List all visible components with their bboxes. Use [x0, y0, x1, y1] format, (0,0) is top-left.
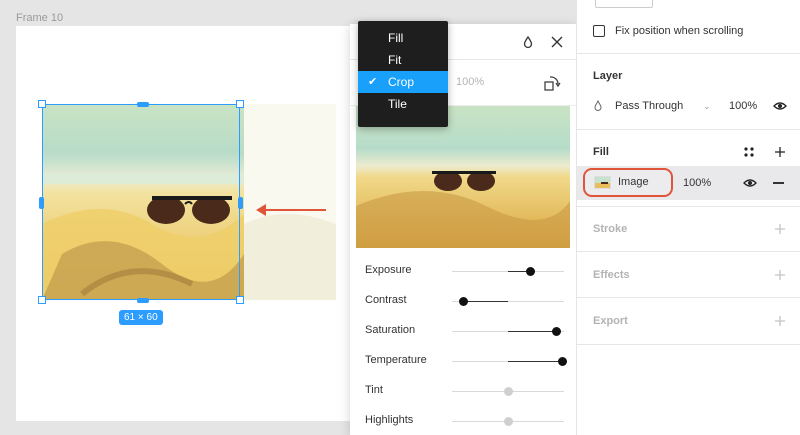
close-icon[interactable] — [550, 35, 564, 49]
remove-fill-icon[interactable] — [773, 182, 784, 184]
resize-handle-top-left[interactable] — [38, 100, 46, 108]
menu-item-tile[interactable]: Tile — [358, 93, 448, 115]
layer-row: Pass Through ⌄ 100% — [593, 97, 793, 117]
resize-handle-left[interactable] — [39, 197, 44, 209]
slider-knob[interactable] — [558, 357, 568, 366]
divider — [577, 206, 800, 207]
image-preview — [356, 106, 570, 248]
adjustment-row-tint: Tint — [350, 376, 576, 406]
menu-item-fit[interactable]: Fit — [358, 49, 448, 71]
scale-mode-menu: Fill Fit ✔ Crop Tile — [358, 21, 448, 127]
frame-label[interactable]: Frame 10 — [16, 12, 63, 24]
divider — [577, 251, 800, 252]
divider — [577, 344, 800, 345]
resize-handle-top-right[interactable] — [236, 100, 244, 108]
blend-mode-select[interactable]: Pass Through — [615, 100, 683, 112]
size-badge: 61 × 60 — [119, 310, 163, 325]
adjustment-row-saturation: Saturation — [350, 316, 576, 346]
menu-item-label: Fill — [388, 31, 404, 45]
chevron-down-icon[interactable]: ⌄ — [703, 101, 711, 112]
slider-fill — [508, 361, 563, 362]
slider-knob[interactable] — [458, 297, 468, 306]
menu-item-label: Fit — [388, 53, 402, 67]
stroke-section-title: Stroke — [593, 223, 628, 235]
add-fill-icon[interactable] — [774, 146, 786, 158]
style-grid-icon[interactable] — [744, 147, 754, 157]
fill-opacity[interactable]: 100% — [683, 177, 711, 189]
menu-item-label: Tile — [388, 97, 407, 111]
eye-icon[interactable] — [773, 101, 787, 111]
adjustment-row-highlights: Highlights — [350, 406, 576, 435]
drop-icon[interactable] — [521, 35, 535, 49]
slider-knob[interactable] — [551, 327, 561, 336]
export-section-title: Export — [593, 315, 628, 327]
layer-section-title: Layer — [593, 70, 623, 82]
selection-border — [42, 104, 240, 300]
adjustment-label: Tint — [365, 384, 383, 396]
resize-handle-right[interactable] — [238, 197, 243, 209]
constraint-button[interactable] — [595, 0, 653, 8]
add-stroke-icon[interactable] — [774, 223, 786, 235]
resize-handle-bottom-right[interactable] — [236, 296, 244, 304]
resize-handle-bottom[interactable] — [137, 298, 149, 303]
adjustment-label: Temperature — [365, 354, 427, 366]
cropped-image-area — [244, 104, 336, 300]
menu-item-fill[interactable]: Fill — [358, 27, 448, 49]
slider-knob[interactable] — [503, 417, 513, 426]
fix-position-checkbox[interactable] — [593, 25, 605, 37]
slider-fill — [508, 331, 557, 332]
adjustments-list: Exposure Contrast Saturation Temperature Tin… — [350, 256, 576, 435]
effects-section-title: Effects — [593, 269, 630, 281]
adjustment-label: Exposure — [365, 264, 412, 276]
resize-handle-bottom-left[interactable] — [38, 296, 46, 304]
adjustment-label: Saturation — [365, 324, 416, 336]
menu-item-crop[interactable]: ✔ Crop — [358, 71, 448, 93]
blend-drop-icon — [594, 100, 602, 111]
adjustment-row-exposure: Exposure — [350, 256, 576, 286]
eye-icon[interactable] — [743, 178, 757, 188]
divider — [577, 129, 800, 130]
layer-opacity[interactable]: 100% — [729, 100, 757, 112]
pointer-arrow — [256, 204, 326, 216]
adjustment-label: Contrast — [365, 294, 407, 306]
fill-image-thumbnail[interactable] — [594, 176, 611, 189]
fill-row[interactable]: Image 100% — [577, 166, 800, 200]
add-effect-icon[interactable] — [774, 269, 786, 281]
image-opacity-value: 100% — [456, 76, 485, 88]
fill-section-title: Fill — [593, 146, 609, 158]
menu-item-label: Crop — [388, 75, 415, 89]
divider — [577, 297, 800, 298]
adjustment-label: Highlights — [365, 414, 414, 426]
checkmark-icon: ✔ — [368, 76, 378, 88]
slider-knob[interactable] — [503, 387, 513, 396]
fix-position-label: Fix position when scrolling — [615, 25, 744, 37]
adjustment-row-temperature: Temperature — [350, 346, 576, 376]
fill-highlight[interactable]: Image — [583, 168, 673, 197]
divider — [577, 53, 800, 54]
adjustment-row-contrast: Contrast — [350, 286, 576, 316]
slider-knob[interactable] — [525, 267, 535, 276]
resize-handle-top[interactable] — [137, 102, 149, 107]
slider-fill — [463, 301, 508, 302]
properties-panel: Fix position when scrolling Layer Pass T… — [576, 0, 800, 435]
fill-type-label: Image — [618, 176, 649, 188]
fix-position-row[interactable]: Fix position when scrolling — [593, 22, 743, 40]
add-export-icon[interactable] — [774, 315, 786, 327]
rotate-icon[interactable] — [543, 74, 561, 92]
